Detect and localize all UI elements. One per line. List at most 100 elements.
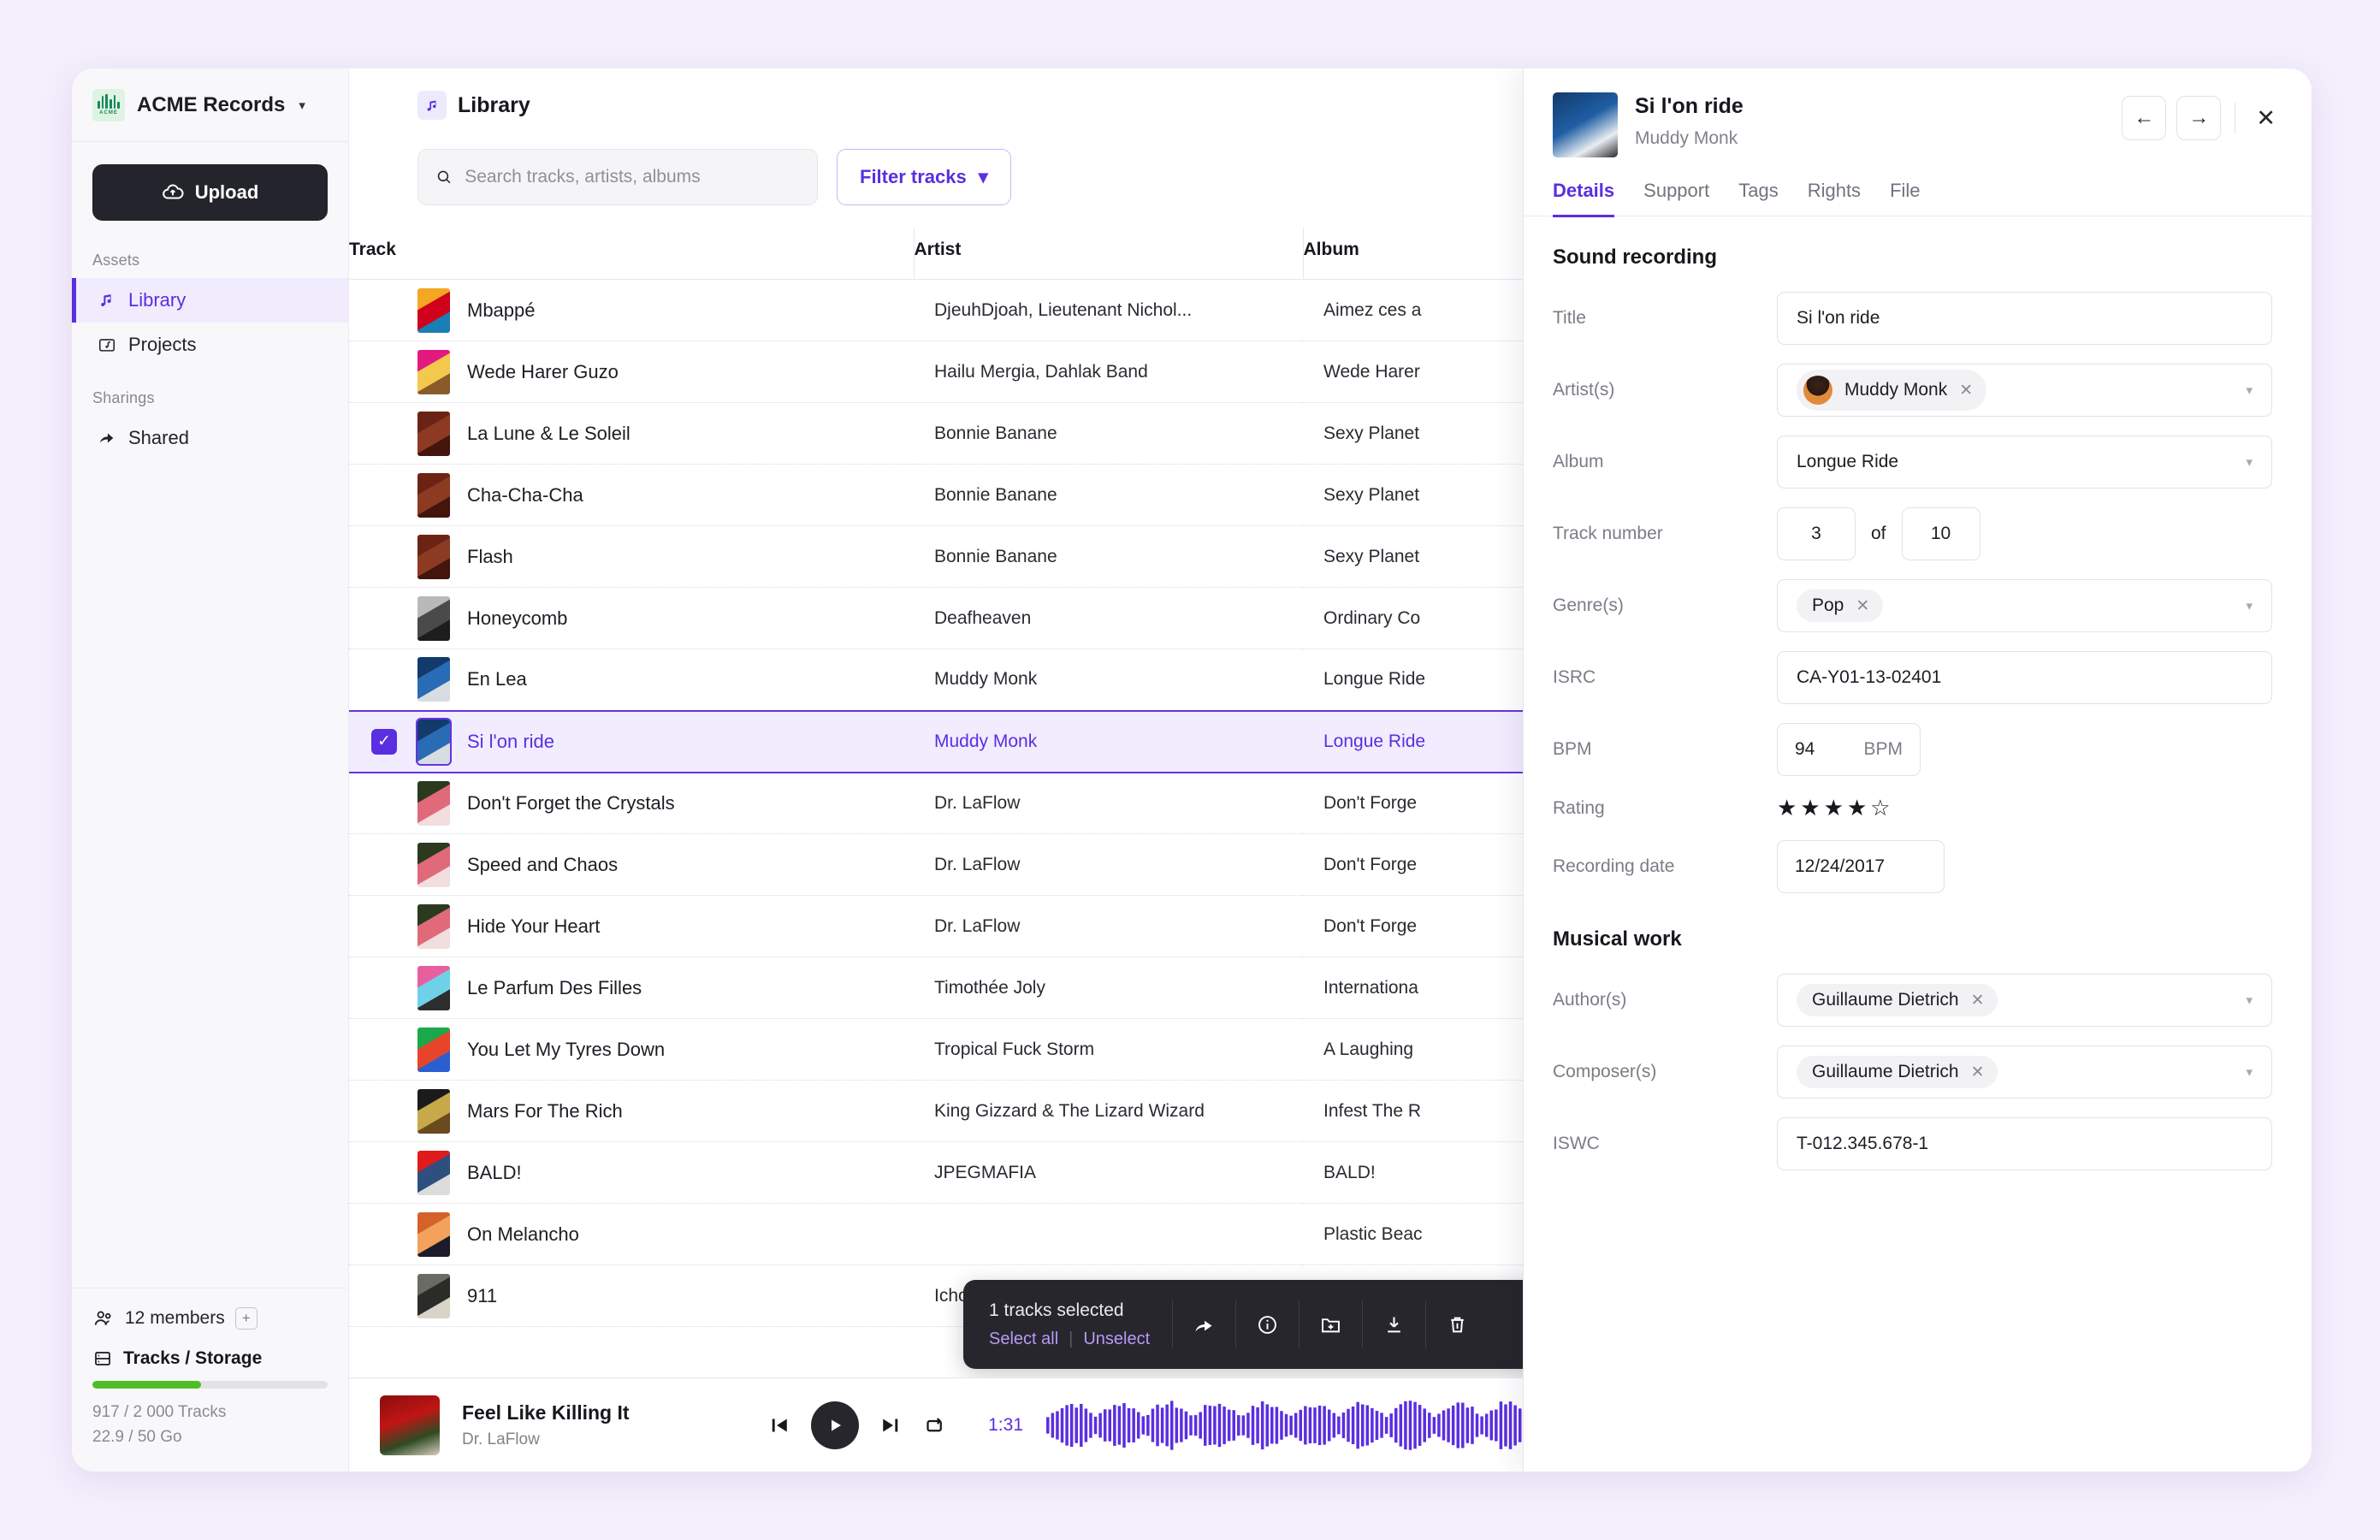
search-box[interactable] [417,149,818,205]
share-arrow-icon [97,429,117,447]
tab-file[interactable]: File [1890,180,1920,217]
sidebar-item-shared[interactable]: Shared [72,416,348,460]
cell-track: 911 [349,1265,914,1327]
tab-support[interactable]: Support [1643,180,1709,217]
composers-select[interactable]: Guillaume Dietrich ✕ ▾ [1777,1045,2272,1099]
remove-chip-icon[interactable]: ✕ [1971,991,1985,1010]
field-label-bpm: BPM [1553,739,1592,759]
isrc-input[interactable]: CA-Y01-13-02401 [1777,651,2272,704]
album-thumbnail [417,1150,450,1195]
genres-select[interactable]: Pop ✕ ▾ [1777,579,2272,632]
author-chip[interactable]: Guillaume Dietrich ✕ [1797,984,1998,1016]
artist-name: Hailu Mergia, Dahlak Band [934,361,1148,382]
sidebar-item-library[interactable]: Library [72,278,348,323]
sidebar-item-projects[interactable]: Projects [72,323,348,367]
album-thumbnail [417,780,450,826]
sharings-section-label: Sharings [92,389,155,406]
info-icon[interactable] [1235,1300,1299,1348]
rating-stars[interactable]: ★ ★ ★ ★ ☆ [1777,795,2272,821]
album-thumbnail [417,595,450,641]
artist-name: Bonnie Banane [934,546,1057,566]
artists-select[interactable]: Muddy Monk ✕ ▾ [1777,364,2272,417]
upload-label: Upload [194,181,259,203]
repeat-button[interactable] [922,1413,948,1438]
play-icon [832,1419,841,1430]
upload-button[interactable]: Upload [92,164,328,221]
close-panel-button[interactable]: ✕ [2249,98,2282,139]
cell-track: Speed and Chaos [349,834,914,896]
artist-chip[interactable]: Muddy Monk ✕ [1797,370,1987,411]
select-all-link[interactable]: Select all [989,1330,1058,1349]
previous-track-button[interactable] [767,1413,792,1438]
tab-rights[interactable]: Rights [1808,180,1861,217]
field-label-artists: Artist(s) [1553,380,1615,400]
remove-chip-icon[interactable]: ✕ [1856,596,1869,616]
cell-track: En Lea [349,649,914,711]
column-header-track[interactable]: Track [349,228,914,280]
next-track-button[interactable] [878,1413,903,1438]
search-input[interactable] [465,167,800,187]
track-number-input[interactable]: 3 [1777,507,1856,560]
members-row[interactable]: 12 members + [92,1307,328,1330]
cell-track: Honeycomb [349,588,914,649]
chevron-down-icon: ▾ [978,166,988,187]
track-cell: Cha-Cha-Cha [417,472,914,518]
trash-icon[interactable] [1425,1300,1489,1348]
remove-chip-icon[interactable]: ✕ [1959,381,1973,400]
artist-name: Dr. LaFlow [934,854,1021,874]
composer-chip[interactable]: Guillaume Dietrich ✕ [1797,1056,1998,1088]
bpm-unit: BPM [1863,739,1903,759]
next-item-button[interactable]: → [2176,96,2222,140]
player-track-title: Feel Like Killing It [462,1401,630,1424]
cell-artist: Hailu Mergia, Dahlak Band [914,341,1303,403]
selection-actions [1172,1300,1489,1348]
row-checkbox[interactable]: ✓ [371,728,397,755]
cell-track: Don't Forget the Crystals [349,773,914,834]
iswc-input[interactable]: T-012.345.678-1 [1777,1117,2272,1170]
star-icon[interactable]: ★ [1800,795,1820,821]
play-pause-button[interactable] [811,1401,859,1449]
genre-chip[interactable]: Pop ✕ [1797,589,1884,622]
add-to-folder-icon[interactable] [1299,1300,1362,1348]
acme-logo-icon: ACME [92,88,125,121]
star-icon[interactable]: ☆ [1870,795,1890,821]
download-icon[interactable] [1362,1300,1425,1348]
track-cell: Si l'on ride [416,717,914,766]
filter-tracks-button[interactable]: Filter tracks ▾ [837,149,1011,205]
chevron-down-icon: ▾ [2246,1065,2253,1080]
unselect-link[interactable]: Unselect [1083,1330,1150,1349]
tab-details[interactable]: Details [1553,180,1615,217]
tab-tags[interactable]: Tags [1738,180,1778,217]
star-icon[interactable]: ★ [1777,795,1797,821]
field-recording-date: Recording date 12/24/2017 [1553,840,2272,893]
field-label-title: Title [1553,308,1586,328]
remove-chip-icon[interactable]: ✕ [1971,1063,1985,1082]
chevron-down-icon: ▾ [2246,455,2253,470]
add-member-button[interactable]: + [234,1307,258,1330]
cell-artist: Tropical Fuck Storm [914,1019,1303,1081]
cell-track: Wede Harer Guzo [349,341,914,403]
star-icon[interactable]: ★ [1824,795,1844,821]
share-icon[interactable] [1172,1300,1235,1348]
field-label-isrc: ISRC [1553,667,1596,687]
player-track-meta: Feel Like Killing It Dr. LaFlow [462,1401,744,1449]
authors-select[interactable]: Guillaume Dietrich ✕ ▾ [1777,974,2272,1027]
track-detail-panel: Si l'on ride Muddy Monk ← → ✕ Details Sup… [1523,68,2312,1472]
track-cell: Flash [417,534,914,579]
org-switcher[interactable]: ACME ACME Records ▾ [72,68,348,142]
cell-track: Flash [349,526,914,588]
column-header-artist[interactable]: Artist [913,228,1303,280]
track-total-input[interactable]: 10 [1901,507,1980,560]
sound-recording-section-title: Sound recording [1553,246,1717,269]
field-bpm: BPM 94 BPM [1553,723,2272,776]
track-name: Speed and Chaos [467,853,619,875]
bpm-input[interactable]: 94 BPM [1777,723,1921,776]
album-select[interactable]: Longue Ride ▾ [1777,435,2272,489]
recording-date-input[interactable]: 12/24/2017 [1777,840,1945,893]
previous-item-button[interactable]: ← [2122,96,2167,140]
title-input[interactable]: Si l'on ride [1777,292,2272,345]
track-cell: Speed and Chaos [417,842,914,887]
genre-chip-label: Pop [1812,595,1844,615]
star-icon[interactable]: ★ [1847,795,1867,821]
sidebar-item-label: Projects [128,334,197,355]
